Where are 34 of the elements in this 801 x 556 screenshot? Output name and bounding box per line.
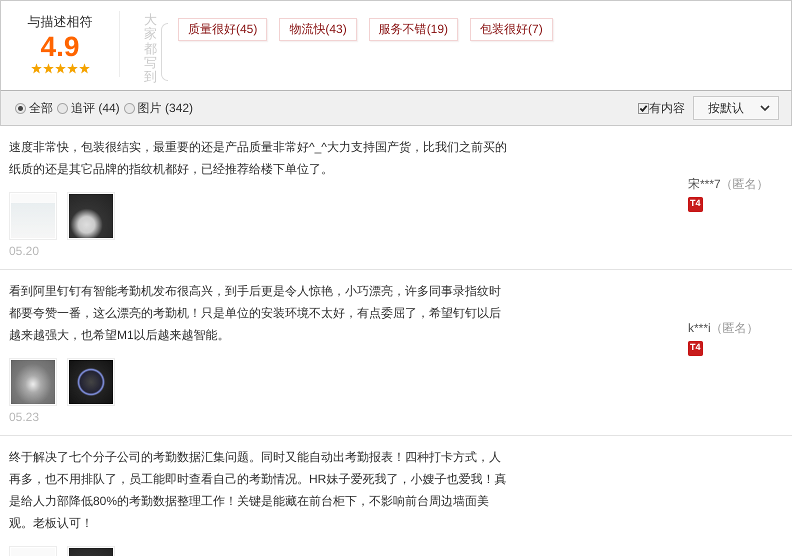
review-date: 05.23 [9,410,40,425]
filter-radio[interactable]: 全部 [15,100,53,116]
review-tag[interactable]: 服务不错(19) [368,18,458,41]
filter-radio[interactable]: 追评 (44) [57,100,120,116]
checkbox[interactable] [638,102,649,114]
check-icon [639,104,648,112]
review-date: 05.20 [9,244,40,259]
star-icon [66,63,78,74]
star-icon [30,63,42,74]
review-tag[interactable]: 包装很好(7) [470,18,553,41]
star-icon [42,63,54,74]
review-text: 看到阿里钉钉有智能考勤机发布很高兴，到手后更是令人惊艳，小巧漂亮，许多同事录指纹时都要夸赞一番，这么漂亮的考勤机！只是单位的安装环境不太好，有点委屈了，希望钉钉以后越来越强大，也希望M1以后越来越智能。 [9,283,502,344]
level-badge: T4 [688,341,703,356]
anonymous-label: （匿名） [710,321,759,335]
user-name: 宋***7 [688,177,721,191]
photo-thumbnail[interactable] [67,192,115,240]
photo-thumbnail[interactable] [9,358,57,406]
review-tag[interactable]: 质量很好(45) [178,18,268,41]
review-text: 终于解决了七个分子公司的考勤数据汇集问题。同时又能自动出考勤报表！四种打卡方式，人再多，也不用排队了，员工能即时查看自己的考勤情况。HR妹子爱死我了，小嫂子也爱我！真是给人力部降低80%的考勤数据整理工作！关键是能藏在前台柜下，不影响前台周边墙面美观。老板认可！ [9,449,508,532]
filter-radio[interactable]: 图片 (342) [124,100,194,116]
user-name: k***i [688,321,711,335]
rating-label: 与描述相符 [28,13,92,31]
star-icon [54,63,66,74]
rating-score: 4.9 [40,31,80,63]
sort-dropdown[interactable]: 按默认 [693,96,779,120]
brace-mark [161,23,168,81]
star-icon [78,63,90,74]
level-badge: T4 [688,197,703,212]
checkbox-label[interactable]: 有内容 [649,100,685,116]
caret-icon [760,105,770,111]
review-text: 速度非常快，包装很结实，最重要的还是产品质量非常好^_^大力支持国产货，比我们之前买的纸质的还是其它品牌的指纹机都好，已经推荐给楼下单位了。 [9,139,508,178]
photo-thumbnail[interactable] [67,358,115,406]
anonymous-label: （匿名） [720,177,769,191]
review-tag[interactable]: 物流快(43) [279,18,357,41]
